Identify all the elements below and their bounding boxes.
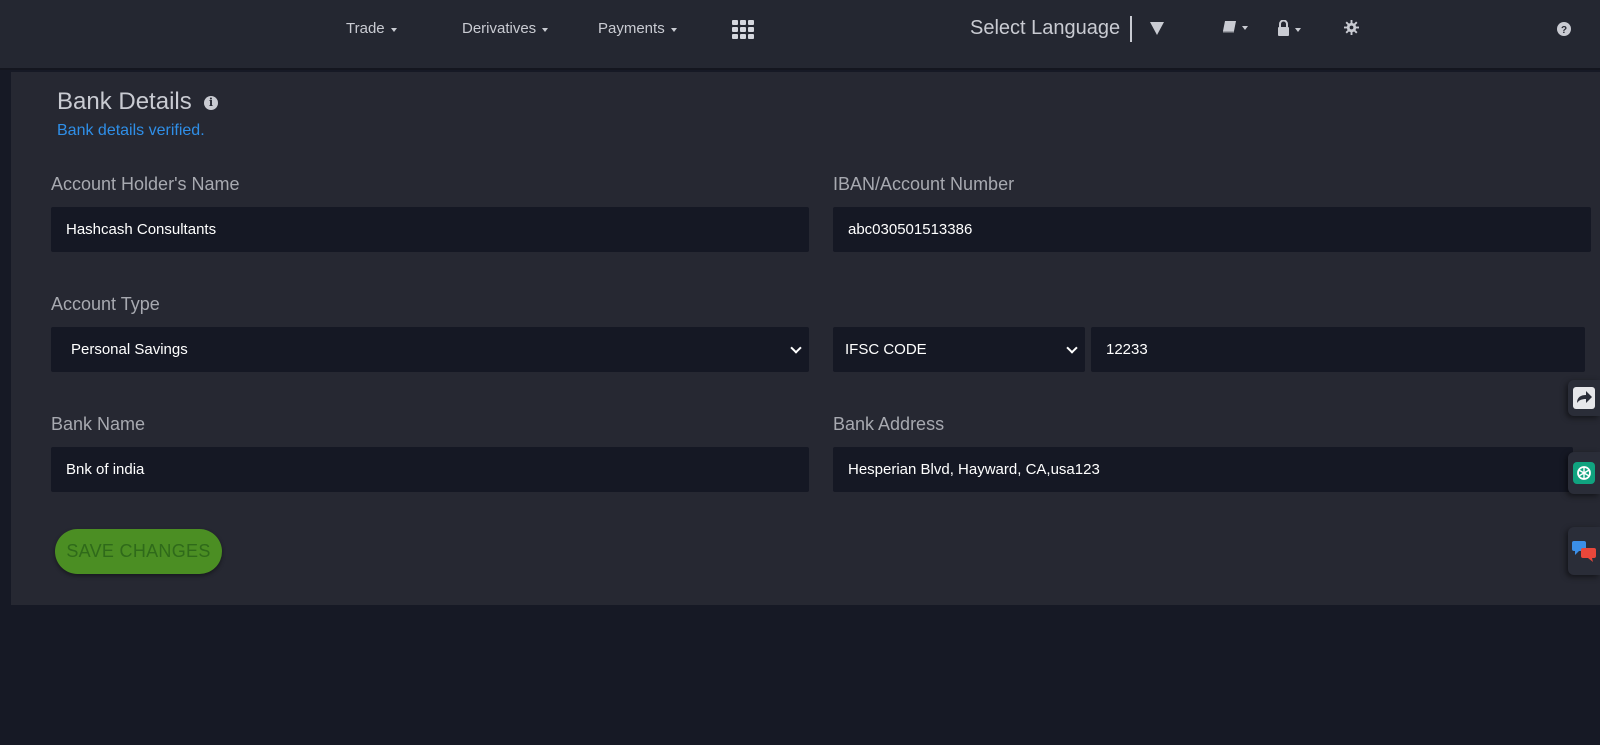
chatgpt-icon — [1573, 462, 1595, 484]
bank-name-input[interactable]: Bnk of india — [51, 447, 809, 492]
account-type-select[interactable]: Personal Savings — [51, 327, 809, 372]
info-icon[interactable]: i — [204, 96, 218, 110]
gear-icon — [1344, 20, 1359, 35]
iban-label: IBAN/Account Number — [833, 174, 1015, 194]
caret-down-icon — [390, 27, 397, 32]
bank-name-label: Bank Name — [51, 414, 146, 434]
nav-payments-label: Payments — [598, 20, 665, 37]
nav-derivatives[interactable]: Derivatives — [462, 20, 549, 37]
account-type-value: Personal Savings — [71, 341, 188, 358]
bank-address-label: Bank Address — [833, 414, 945, 434]
iban-input[interactable]: abc030501513386 — [833, 207, 1591, 252]
chat-icon — [1572, 541, 1596, 562]
caret-down-icon — [1242, 25, 1248, 30]
chat-widget[interactable] — [1568, 527, 1600, 575]
code-value-input[interactable]: 12233 — [1091, 327, 1585, 372]
nav-trade[interactable]: Trade — [346, 20, 397, 37]
code-type-select[interactable]: IFSC CODE — [833, 327, 1085, 372]
caret-down-icon — [542, 27, 549, 32]
lock-menu-button[interactable] — [1277, 20, 1301, 37]
caret-down-icon — [1295, 27, 1301, 32]
account-type-label: Account Type — [51, 294, 160, 314]
chevron-down-icon — [1066, 342, 1078, 354]
book-menu-button[interactable] — [1222, 20, 1248, 33]
top-navbar: Trade Derivatives Payments Select Langua… — [0, 0, 1600, 70]
nav-payments[interactable]: Payments — [598, 20, 677, 37]
language-divider — [1130, 16, 1132, 42]
language-dropdown-icon[interactable] — [1150, 22, 1164, 35]
svg-text:?: ? — [1561, 25, 1567, 36]
account-holder-input[interactable]: Hashcash Consultants — [51, 207, 809, 252]
select-language-label[interactable]: Select Language — [970, 17, 1120, 40]
grid-icon[interactable] — [732, 20, 756, 40]
bank-details-panel: Bank Details i Bank details verified. Ac… — [11, 72, 1600, 605]
help-icon: ? — [1557, 22, 1571, 36]
lock-icon — [1278, 20, 1289, 36]
code-type-value: IFSC CODE — [845, 341, 927, 358]
help-button[interactable]: ? — [1557, 22, 1571, 36]
nav-derivatives-label: Derivatives — [462, 20, 537, 37]
settings-button[interactable] — [1344, 20, 1359, 35]
book-icon — [1223, 21, 1236, 33]
chevron-down-icon — [790, 342, 802, 354]
account-holder-label: Account Holder's Name — [51, 174, 240, 194]
chatgpt-widget[interactable] — [1568, 452, 1600, 494]
page-title: Bank Details — [57, 88, 192, 115]
caret-down-icon — [670, 27, 677, 32]
share-widget[interactable] — [1568, 380, 1600, 416]
nav-trade-label: Trade — [346, 20, 385, 37]
share-icon — [1573, 387, 1595, 409]
save-changes-button[interactable]: SAVE CHANGES — [55, 529, 222, 574]
verification-status: Bank details verified. — [57, 122, 205, 139]
bank-address-input[interactable]: Hesperian Blvd, Hayward, CA,usa123 — [833, 447, 1573, 492]
